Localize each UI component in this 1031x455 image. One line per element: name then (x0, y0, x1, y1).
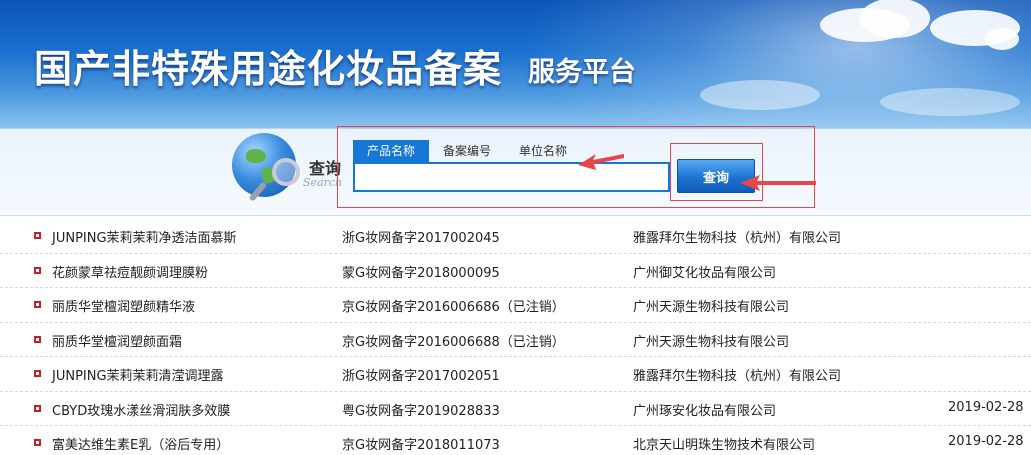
company-name: 广州天源生物科技有限公司 (633, 334, 790, 350)
annotation-arrow-icon (740, 175, 816, 191)
cloud-decoration (880, 88, 1020, 116)
list-item[interactable]: 富美达维生素E乳（浴后专用） 京G妆网备字2018011073 北京天山明珠生物… (0, 426, 1031, 455)
record-date: 2019-02-28 (948, 399, 1024, 415)
bullet-icon (34, 439, 41, 446)
record-number: 京G妆网备字2016006688（已注销） (342, 334, 565, 350)
results-list: JUNPING茉莉茉莉净透洁面慕斯 浙G妆网备字2017002045 雅露拜尔生… (0, 219, 1031, 455)
record-number: 京G妆网备字2018011073 (342, 438, 500, 453)
tab-product-name[interactable]: 产品名称 (353, 140, 430, 162)
product-name-link[interactable]: JUNPING茉莉茉莉净透洁面慕斯 (52, 227, 237, 246)
header-banner: 国产非特殊用途化妆品备案 服务平台 (0, 0, 1031, 128)
company-name: 雅露拜尔生物科技（杭州）有限公司 (633, 231, 842, 246)
magnifier-icon (272, 158, 300, 186)
product-name-link[interactable]: 富美达维生素E乳（浴后专用） (52, 434, 229, 453)
list-item[interactable]: 花颜蒙草祛痘靓颜调理膜粉 蒙G妆网备字2018000095 广州御艾化妆品有限公… (0, 254, 1031, 288)
company-name: 广州琢安化妆品有限公司 (633, 403, 777, 419)
record-number: 浙G妆网备字2017002051 (342, 369, 500, 384)
record-number: 京G妆网备字2016006686（已注销） (342, 300, 565, 315)
bullet-icon (34, 266, 41, 274)
record-date: 2019-02-28 (948, 434, 1024, 449)
cloud-decoration (700, 80, 820, 110)
company-name: 广州御艾化妆品有限公司 (633, 265, 777, 281)
product-name-link[interactable]: JUNPING茉莉茉莉清滢调理露 (52, 365, 224, 384)
list-item[interactable]: 丽质华堂檀润塑颜面霜 京G妆网备字2016006688（已注销） 广州天源生物科… (0, 323, 1031, 357)
page-title: 国产非特殊用途化妆品备案 (34, 46, 503, 91)
bullet-icon (34, 301, 41, 308)
globe-land-shape (246, 149, 266, 163)
product-name-link[interactable]: 丽质华堂檀润塑颜精华液 (52, 296, 195, 315)
tab-record-number[interactable]: 备案编号 (429, 140, 505, 162)
company-name: 北京天山明珠生物技术有限公司 (633, 438, 816, 453)
record-number: 蒙G妆网备字2018000095 (342, 265, 500, 281)
bullet-icon (34, 404, 41, 412)
page-subtitle: 服务平台 (528, 57, 636, 88)
record-number: 粤G妆网备字2019028833 (342, 403, 500, 419)
list-item[interactable]: CBYD玫瑰水漾丝滑润肤多效膜 粤G妆网备字2019028833 广州琢安化妆品… (0, 392, 1031, 426)
company-name: 雅露拜尔生物科技（杭州）有限公司 (633, 369, 842, 384)
page: 国产非特殊用途化妆品备案 服务平台 查询 Search 产品名称 备案编号 单位… (0, 0, 1031, 455)
product-name-link[interactable]: 花颜蒙草祛痘靓颜调理膜粉 (52, 262, 208, 281)
bullet-icon (34, 232, 41, 239)
product-name-link[interactable]: 丽质华堂檀润塑颜面霜 (52, 331, 182, 350)
bullet-icon (34, 335, 41, 343)
bullet-icon (34, 370, 41, 377)
list-item[interactable]: JUNPING茉莉茉莉清滢调理露 浙G妆网备字2017002051 雅露拜尔生物… (0, 357, 1031, 392)
company-name: 广州天源生物科技有限公司 (633, 300, 790, 315)
search-tabs: 产品名称 备案编号 单位名称 (353, 140, 581, 162)
record-number: 浙G妆网备字2017002045 (342, 231, 500, 246)
list-item[interactable]: 丽质华堂檀润塑颜精华液 京G妆网备字2016006686（已注销） 广州天源生物… (0, 288, 1031, 323)
cloud-decoration (985, 28, 1019, 50)
annotation-arrow-icon (578, 154, 624, 170)
product-name-link[interactable]: CBYD玫瑰水漾丝滑润肤多效膜 (52, 400, 230, 419)
list-item[interactable]: JUNPING茉莉茉莉净透洁面慕斯 浙G妆网备字2017002045 雅露拜尔生… (0, 219, 1031, 254)
tab-company-name[interactable]: 单位名称 (505, 140, 581, 162)
